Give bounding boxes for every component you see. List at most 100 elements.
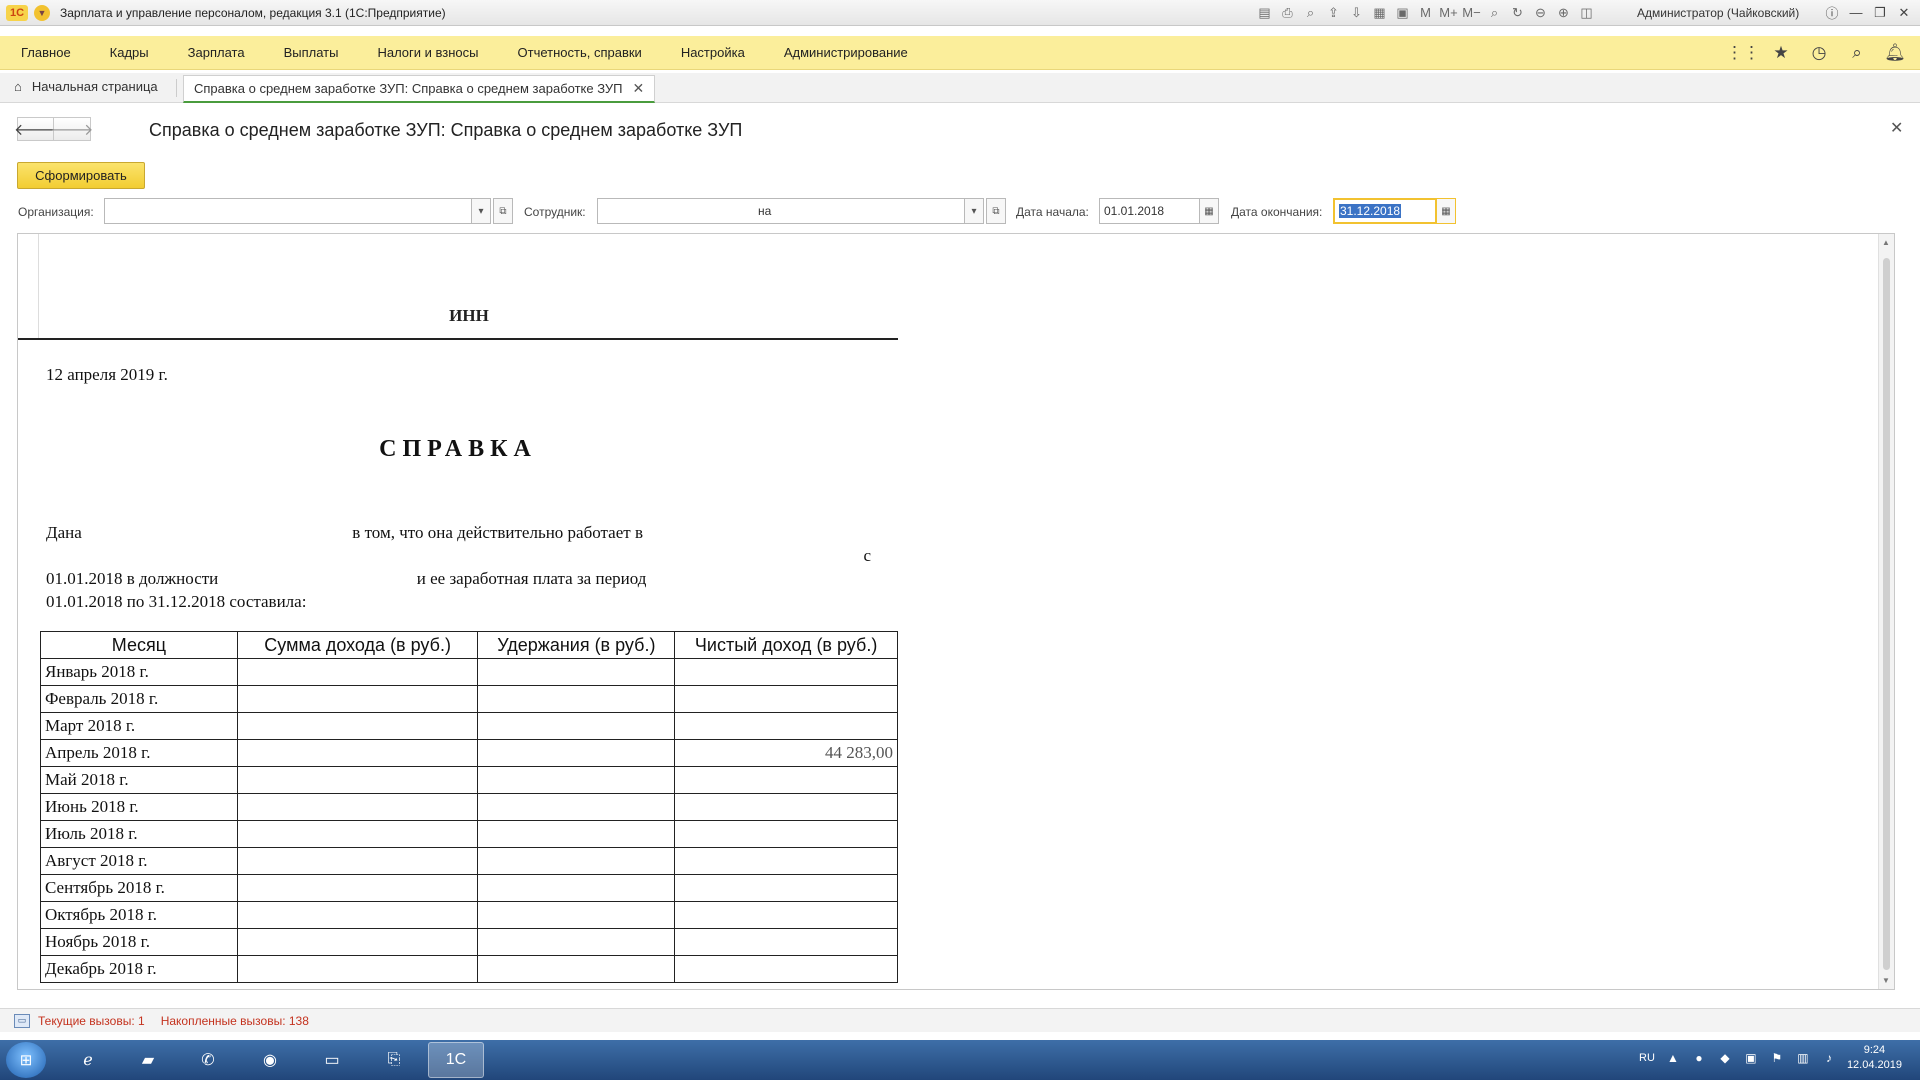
form-title: Справка о среднем заработке ЗУП: Справка… <box>149 120 743 140</box>
month-cell: Март 2018 г. <box>40 712 238 740</box>
info-icon[interactable]: ⓘ <box>1822 4 1842 21</box>
menu-payments[interactable]: Выплаты <box>275 45 348 60</box>
month-cell: Апрель 2018 г. <box>40 739 238 767</box>
tray-messenger-icon[interactable]: ◆ <box>1717 1050 1733 1066</box>
menu-taxes[interactable]: Налоги и взносы <box>368 45 487 60</box>
start-date-field[interactable]: 01.01.2018 <box>1099 198 1200 224</box>
memory-plus-icon[interactable]: M+ <box>1439 4 1457 21</box>
month-cell: Сентябрь 2018 г. <box>40 874 238 902</box>
restore-icon[interactable]: ❐ <box>1870 4 1890 21</box>
close-window-icon[interactable]: ✕ <box>1894 4 1914 21</box>
menu-admin[interactable]: Администрирование <box>775 45 917 60</box>
app-1c-icon[interactable]: 1С <box>428 1042 484 1078</box>
report-spreadsheet[interactable]: ИНН 12 апреля 2019 г. СПРАВКА Дана . в т… <box>17 233 1895 990</box>
scroll-down-icon[interactable]: ▼ <box>1882 976 1890 985</box>
net-cell <box>674 847 898 875</box>
month-cell: Ноябрь 2018 г. <box>40 928 238 956</box>
end-date-field[interactable]: 31.12.2018 <box>1333 198 1437 224</box>
forward-arrow-icon[interactable]: 🡒 <box>51 117 93 141</box>
app-logo-icon: 1С <box>6 4 28 21</box>
sections-menu: Главное Кадры Зарплата Выплаты Налоги и … <box>0 36 1920 70</box>
menu-hr[interactable]: Кадры <box>101 45 158 60</box>
viber-icon[interactable]: ✆ <box>180 1042 236 1078</box>
menu-main[interactable]: Главное <box>12 45 80 60</box>
document-title: СПРАВКА <box>379 436 537 462</box>
window-title-bar: 1С ▼ Зарплата и управление персоналом, р… <box>0 0 1920 26</box>
chrome-icon[interactable]: ◉ <box>242 1042 298 1078</box>
organization-open-icon[interactable]: ⧉ <box>493 198 513 224</box>
menu-reports[interactable]: Отчетность, справки <box>509 45 651 60</box>
employee-field[interactable]: на <box>597 198 965 224</box>
month-cell: Май 2018 г. <box>40 766 238 794</box>
panel-icon[interactable]: ◫ <box>1578 4 1595 21</box>
deductions-cell <box>477 658 676 686</box>
zoom-in-icon[interactable]: ⊕ <box>1555 4 1572 21</box>
download-icon[interactable]: ⇩ <box>1348 4 1365 21</box>
menu-settings[interactable]: Настройка <box>672 45 754 60</box>
tab-home[interactable]: ⌂ Начальная страница <box>14 79 158 94</box>
calendar-icon[interactable]: ▣ <box>1394 4 1411 21</box>
employee-dropdown-icon[interactable]: ▾ <box>964 198 984 224</box>
certificate-text: Дана . в том, что она действительно рабо… <box>46 521 871 613</box>
organization-dropdown-icon[interactable]: ▾ <box>471 198 491 224</box>
internet-explorer-icon[interactable]: ℯ <box>60 1042 116 1078</box>
upload-icon[interactable]: ⇪ <box>1325 4 1342 21</box>
header-deductions: Удержания (в руб.) <box>477 631 676 659</box>
windows-taskbar: ⊞ ℯ ▰ ✆ ◉ ▭ ⎘ 1С RU ▲ ● ◆ ▣ ⚑ ▥ ♪ 9:24 1… <box>0 1040 1920 1080</box>
vertical-scrollbar[interactable]: ▲ ▼ <box>1878 234 1894 989</box>
preview-icon[interactable]: ⌕ <box>1302 4 1319 21</box>
back-arrow-icon[interactable]: 🡐 <box>14 117 57 141</box>
body-line-3: 01.01.2018 в должности . и ее заработная… <box>46 567 871 590</box>
scroll-up-icon[interactable]: ▲ <box>1882 238 1890 247</box>
main-menu-icon[interactable]: ▼ <box>34 4 50 21</box>
end-date-calendar-icon[interactable]: ▦ <box>1436 198 1456 224</box>
volume-icon[interactable]: ♪ <box>1821 1050 1837 1066</box>
all-functions-icon[interactable]: ⋮⋮ <box>1726 42 1760 64</box>
tab-report[interactable]: Справка о среднем заработке ЗУП: Справка… <box>183 75 656 103</box>
tray-1c-icon[interactable]: ● <box>1691 1050 1707 1066</box>
clock[interactable]: 9:24 12.04.2019 <box>1847 1043 1902 1073</box>
net-cell: 44 283,00 <box>674 739 898 767</box>
salary-table: Месяц Сумма дохода (в руб.) Удержания (в… <box>40 631 898 983</box>
memory-m-icon[interactable]: M <box>1417 4 1434 21</box>
calculator-icon[interactable]: ▦ <box>1371 4 1388 21</box>
refresh-icon[interactable]: ↻ <box>1509 4 1526 21</box>
network-app-icon[interactable]: ⎘ <box>366 1042 422 1078</box>
current-user[interactable]: Администратор (Чайковский) <box>1637 6 1799 20</box>
zoom-out-icon[interactable]: ⊖ <box>1532 4 1549 21</box>
save-icon[interactable]: ▤ <box>1256 4 1273 21</box>
deductions-cell <box>477 766 676 794</box>
search-icon[interactable]: ⌕ <box>1486 4 1503 21</box>
start-date-calendar-icon[interactable]: ▦ <box>1199 198 1219 224</box>
net-cell <box>674 793 898 821</box>
deductions-cell <box>477 901 676 929</box>
remote-desktop-icon[interactable]: ▭ <box>304 1042 360 1078</box>
start-button-icon[interactable]: ⊞ <box>6 1042 46 1078</box>
tab-close-icon[interactable]: ✕ <box>633 80 645 97</box>
server-calls-icon[interactable]: ▭ <box>14 1013 30 1028</box>
history-icon[interactable]: ◷ <box>1808 42 1830 64</box>
inn-line: ИНН <box>449 306 489 325</box>
show-hidden-icons-icon[interactable]: ▲ <box>1665 1050 1681 1066</box>
deductions-cell <box>477 847 676 875</box>
minimize-icon[interactable]: — <box>1846 4 1866 21</box>
network-icon[interactable]: ▥ <box>1795 1050 1811 1066</box>
favorites-star-icon[interactable]: ★ <box>1770 42 1792 64</box>
employee-open-icon[interactable]: ⧉ <box>986 198 1006 224</box>
search-icon[interactable]: ⌕ <box>1846 42 1868 64</box>
menu-salary[interactable]: Зарплата <box>179 45 254 60</box>
income-cell <box>236 793 479 821</box>
tray-flag-icon[interactable]: ⚑ <box>1769 1050 1785 1066</box>
memory-minus-icon[interactable]: M− <box>1462 4 1480 21</box>
form-close-icon[interactable]: ✕ <box>1890 118 1903 138</box>
income-cell <box>236 955 479 983</box>
file-explorer-icon[interactable]: ▰ <box>120 1042 176 1078</box>
scrollbar-thumb[interactable] <box>1883 258 1890 970</box>
organization-field[interactable] <box>104 198 472 224</box>
generate-button[interactable]: Сформировать <box>17 162 145 189</box>
notifications-bell-icon[interactable]: 🔔︎ <box>1884 42 1906 64</box>
language-indicator[interactable]: RU <box>1639 1052 1655 1064</box>
net-cell <box>674 874 898 902</box>
tray-network-app-icon[interactable]: ▣ <box>1743 1050 1759 1066</box>
print-icon[interactable]: ⎙ <box>1279 4 1296 21</box>
